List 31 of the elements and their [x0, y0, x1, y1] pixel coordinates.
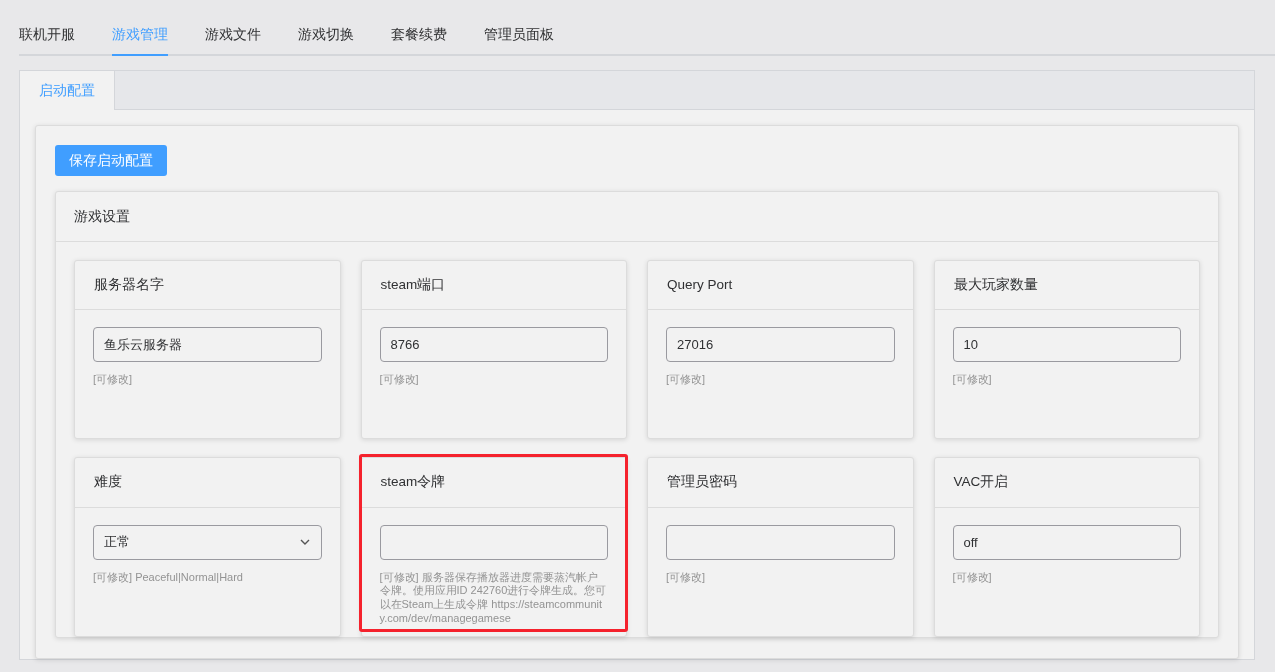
- field-label: Query Port: [648, 261, 913, 311]
- hint-text: [可修改] 服务器保存播放器进度需要蒸汽帐户令牌。使用应用ID 242760进行令牌生成。您可以在Steam上生成令牌 https://steamcommunity.com/dev/managegamese: [379, 570, 608, 626]
- field-label: 服务器名字: [75, 261, 340, 311]
- settings-title: 游戏设置: [56, 192, 1218, 242]
- field-label: 管理员密码: [648, 458, 913, 508]
- hint-text: [可修改]: [952, 570, 993, 585]
- field-label: 难度: [75, 458, 340, 508]
- nav-tab[interactable]: 游戏切换: [298, 22, 354, 56]
- input-field[interactable]: off: [952, 524, 1181, 560]
- field-label: 最大玩家数量: [934, 261, 1199, 311]
- hint-text: [可修改]: [666, 373, 707, 387]
- input-field[interactable]: [379, 524, 608, 560]
- hint-text: [可修改]: [93, 373, 134, 387]
- chevron-down-icon: [298, 538, 311, 546]
- input-field[interactable]: 10: [952, 327, 1181, 363]
- field-label: VAC开启: [934, 458, 1199, 508]
- nav-tab[interactable]: 游戏文件: [205, 22, 261, 56]
- select-field[interactable]: 正常: [93, 524, 322, 560]
- input-field[interactable]: 27016: [666, 327, 895, 363]
- hint-text: [可修改]: [666, 570, 707, 585]
- nav-tab[interactable]: 管理员面板: [484, 22, 554, 56]
- field-label: steam端口: [361, 261, 626, 311]
- input-field[interactable]: 鱼乐云服务器: [93, 327, 322, 363]
- hint-text: [可修改]: [952, 373, 993, 387]
- field-label: steam令牌: [361, 458, 626, 508]
- hint-text: [可修改] Peaceful|Normal|Hard: [93, 570, 244, 585]
- input-field[interactable]: 8766: [379, 327, 608, 363]
- nav-tab[interactable]: 联机开服: [19, 22, 75, 56]
- nav-tab[interactable]: 套餐续费: [391, 22, 447, 56]
- input-field[interactable]: [666, 524, 895, 560]
- hint-text: [可修改]: [379, 373, 420, 387]
